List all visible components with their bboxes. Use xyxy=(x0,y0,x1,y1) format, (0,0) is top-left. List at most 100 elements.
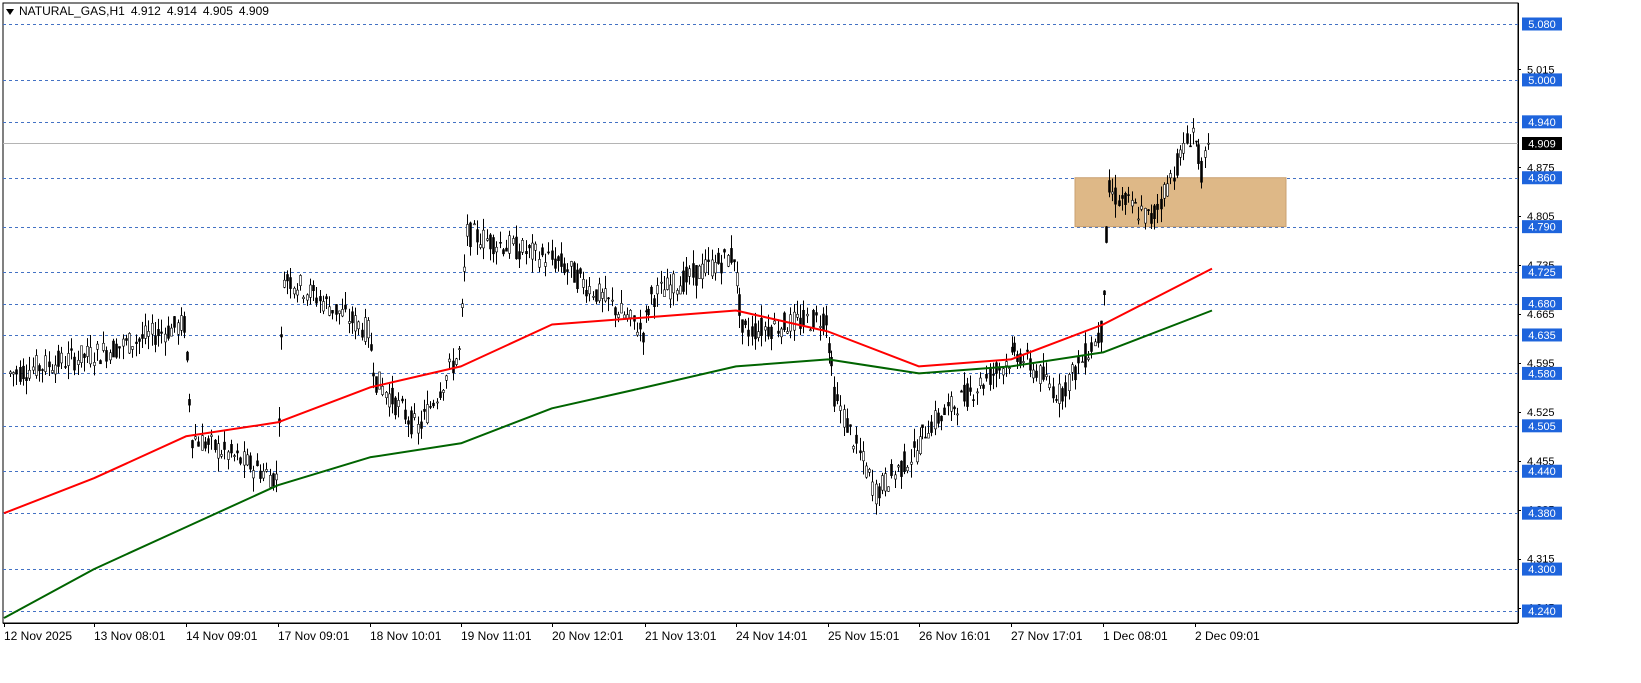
candle-body xyxy=(884,473,887,492)
candle-body xyxy=(354,315,357,332)
candle-body xyxy=(1074,366,1077,381)
time-tick-label: 25 Nov 15:01 xyxy=(828,629,900,643)
time-tick-label: 19 Nov 11:01 xyxy=(461,629,532,643)
candle-body xyxy=(476,229,479,243)
candle-body xyxy=(956,413,959,416)
candle-body xyxy=(102,342,105,351)
chart-area[interactable]: 5.0154.8754.8054.7354.6654.5954.5254.455… xyxy=(0,0,1641,678)
candle-body xyxy=(293,287,296,295)
support-zone[interactable] xyxy=(1074,177,1287,228)
candle-body xyxy=(429,406,432,408)
candle-body xyxy=(204,441,207,449)
candle-body xyxy=(846,418,849,433)
candle-body xyxy=(423,408,426,412)
candle-body xyxy=(243,451,246,466)
candle-body xyxy=(1173,177,1176,182)
candle-body xyxy=(815,312,818,316)
candle-body xyxy=(757,331,760,338)
candle-body xyxy=(976,391,979,394)
candle-body xyxy=(302,296,305,300)
candle-body xyxy=(44,355,47,372)
candle-body xyxy=(647,308,650,316)
candle-body xyxy=(220,454,223,457)
candle-body xyxy=(859,450,862,454)
candle-body xyxy=(436,401,439,404)
candle-body xyxy=(25,377,28,381)
candle-body xyxy=(960,390,963,393)
candle-body xyxy=(875,483,878,505)
level-label: 4.860 xyxy=(1528,173,1556,185)
time-tick-label: 24 Nov 14:01 xyxy=(736,629,808,643)
candle-body xyxy=(554,258,557,269)
candle-body xyxy=(170,327,173,337)
candle-body xyxy=(930,421,933,433)
candle-body xyxy=(720,262,723,274)
candle-body xyxy=(1035,370,1038,378)
candle-body xyxy=(1032,369,1035,379)
candle-body xyxy=(391,387,394,405)
candle-body xyxy=(338,310,341,314)
candle-body xyxy=(252,470,255,479)
candle-body xyxy=(660,281,663,284)
candle-body xyxy=(1186,133,1189,144)
ohlc-close: 4.909 xyxy=(238,4,269,18)
candle-body xyxy=(871,481,874,496)
candle-body xyxy=(538,259,541,268)
candle-body xyxy=(744,320,747,326)
candle-body xyxy=(322,301,325,312)
candle-body xyxy=(541,247,544,256)
dropdown-triangle-icon[interactable] xyxy=(6,8,14,15)
candle-body xyxy=(486,238,489,241)
candle-body xyxy=(1058,383,1061,404)
candle-body xyxy=(1200,160,1203,183)
candle-body xyxy=(351,311,354,324)
candle-body xyxy=(1114,187,1117,205)
candle-body xyxy=(372,372,375,377)
candle-body xyxy=(617,314,620,318)
candle-body xyxy=(183,316,186,333)
candle-body xyxy=(1008,367,1011,369)
current-price-label: 4.909 xyxy=(1528,138,1556,150)
candle-body xyxy=(982,384,985,389)
candle-body xyxy=(125,338,128,341)
candle-body xyxy=(319,296,322,302)
candle-body xyxy=(1013,342,1016,352)
candle-body xyxy=(67,353,70,366)
candle-body xyxy=(417,424,420,434)
candle-body xyxy=(897,465,900,468)
time-tick-label: 12 Nov 2025 xyxy=(4,629,72,643)
candle-body xyxy=(138,338,141,342)
candle-body xyxy=(361,329,364,338)
candle-body xyxy=(770,326,773,339)
candle-body xyxy=(109,352,112,361)
candle-body xyxy=(924,436,927,439)
candle-body xyxy=(723,249,726,253)
candle-body xyxy=(315,297,318,304)
candle-body xyxy=(711,259,714,277)
candle-body xyxy=(312,285,315,292)
level-label: 4.240 xyxy=(1528,606,1556,618)
candle-body xyxy=(410,410,413,435)
candle-body xyxy=(272,473,275,487)
candle-body xyxy=(969,387,972,392)
candle-body xyxy=(1055,399,1058,401)
candle-body xyxy=(1105,226,1108,243)
candle-body xyxy=(70,348,73,351)
candle-body xyxy=(521,240,524,253)
candle-body xyxy=(455,358,458,365)
candle-body xyxy=(1068,374,1071,391)
candle-body xyxy=(747,329,750,337)
candle-body xyxy=(289,277,292,289)
candle-body xyxy=(862,451,865,462)
price-chart[interactable]: 5.0154.8754.8054.7354.6654.5954.5254.455… xyxy=(0,0,1641,678)
candle-body xyxy=(714,261,717,274)
candle-body xyxy=(1026,349,1029,352)
candle-body xyxy=(461,303,464,308)
candle-body xyxy=(482,229,485,249)
candle-body xyxy=(676,290,679,295)
candle-body xyxy=(695,265,698,286)
candle-body xyxy=(1127,194,1130,196)
candle-body xyxy=(388,393,391,408)
candle-body xyxy=(601,292,604,299)
candle-body xyxy=(262,470,265,479)
